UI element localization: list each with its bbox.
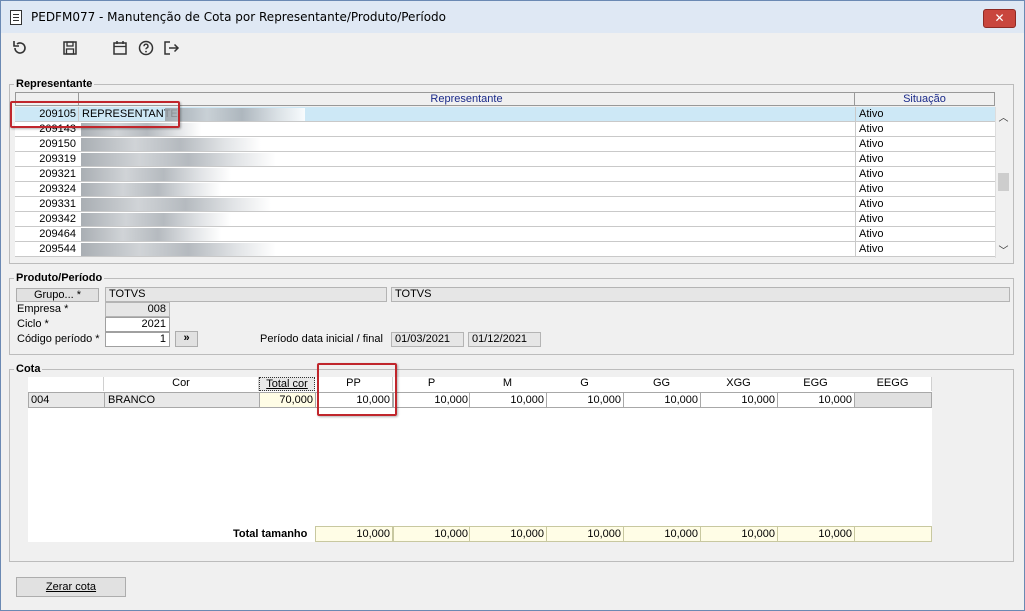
highlight-box — [317, 363, 397, 416]
cota-title: Cota — [14, 363, 43, 375]
produto-periodo-title: Produto/Período — [14, 272, 105, 284]
empresa-field[interactable]: 008 — [105, 302, 170, 317]
size-quota-cell[interactable]: 10,000 — [393, 392, 471, 408]
representante-code: 209544 — [39, 243, 76, 255]
scroll-thumb[interactable] — [998, 173, 1009, 191]
scroll-up-icon[interactable]: ︿ — [996, 109, 1011, 124]
codigo-periodo-label: Código período * — [17, 333, 100, 345]
representante-code: 209150 — [39, 138, 76, 150]
representante-situacao: Ativo — [855, 122, 996, 137]
redacted-block — [81, 198, 271, 211]
close-button[interactable]: ✕ — [983, 9, 1016, 28]
size-quota-cell[interactable]: 10,000 — [777, 392, 855, 408]
cota-row-total: 70,000 — [259, 392, 316, 408]
size-column-header: XGG — [700, 377, 778, 391]
situacao-column-header[interactable]: Situação — [854, 92, 995, 106]
size-quota-cell[interactable]: 10,000 — [469, 392, 547, 408]
redacted-block — [81, 138, 261, 151]
cota-grid — [28, 391, 932, 542]
redacted-block — [165, 108, 305, 121]
empresa-label: Empresa * — [17, 303, 69, 315]
representante-code: 209331 — [39, 198, 76, 210]
size-total-cell: 10,000 — [546, 526, 624, 542]
representante-code: 209464 — [39, 228, 76, 240]
code-column-header — [28, 377, 104, 391]
size-quota-cell[interactable]: 10,000 — [700, 392, 778, 408]
calendar-icon[interactable] — [111, 39, 129, 57]
redacted-block — [81, 153, 276, 166]
title-bar: PEDFM077 - Manutenção de Cota por Repres… — [1, 1, 1024, 33]
grupo-lookup-button[interactable]: Grupo... * — [16, 288, 99, 302]
size-total-cell: 10,000 — [315, 526, 393, 542]
codigo-periodo-field[interactable]: 1 — [105, 332, 170, 347]
help-icon[interactable] — [137, 39, 155, 57]
data-final-field: 01/12/2021 — [468, 332, 541, 347]
representante-code: 209324 — [39, 183, 76, 195]
exit-icon[interactable] — [162, 39, 180, 57]
representante-situacao: Ativo — [855, 107, 996, 122]
representante-situacao: Ativo — [855, 152, 996, 167]
representante-code: 209342 — [39, 213, 76, 225]
redacted-block — [81, 183, 221, 196]
size-column-header: EGG — [777, 377, 855, 391]
size-quota-cell[interactable]: 10,000 — [546, 392, 624, 408]
representante-code: 209319 — [39, 153, 76, 165]
size-quota-cell — [854, 392, 932, 408]
representante-situacao: Ativo — [855, 212, 996, 227]
representante-column-header[interactable]: Representante — [78, 92, 855, 106]
representante-row[interactable]: 209150 Ativo — [15, 137, 996, 152]
size-column-header: G — [546, 377, 624, 391]
cor-column-header: Cor — [104, 377, 259, 391]
representante-code: 209321 — [39, 168, 76, 180]
size-total-cell: 10,000 — [393, 526, 471, 542]
scroll-down-icon[interactable]: ﹀ — [996, 242, 1011, 257]
representante-situacao: Ativo — [855, 167, 996, 182]
representante-situacao: Ativo — [855, 137, 996, 152]
cota-row-code: 004 — [28, 392, 105, 408]
redacted-block — [81, 168, 231, 181]
representante-row[interactable]: 209319 Ativo — [15, 152, 996, 167]
size-total-cell: 10,000 — [469, 526, 547, 542]
total-cor-column-header[interactable]: Total cor — [259, 377, 315, 391]
representante-row[interactable]: 209331 Ativo — [15, 197, 996, 212]
zerar-cota-button[interactable]: Zerar cota — [16, 577, 126, 597]
size-quota-cell[interactable]: 10,000 — [623, 392, 701, 408]
size-total-cell — [854, 526, 932, 542]
size-column-header: EEGG — [854, 377, 932, 391]
redacted-block — [81, 213, 231, 226]
redacted-block — [81, 243, 276, 256]
representante-row[interactable]: 209321 Ativo — [15, 167, 996, 182]
representante-situacao: Ativo — [855, 197, 996, 212]
ciclo-field[interactable]: 2021 — [105, 317, 170, 332]
representante-situacao: Ativo — [855, 182, 996, 197]
grupo-description-field: TOTVS — [391, 287, 1010, 302]
highlight-box — [10, 101, 180, 128]
document-icon — [10, 10, 22, 25]
periodo-lookup-button[interactable]: » — [175, 331, 198, 347]
save-icon[interactable] — [61, 39, 79, 57]
representante-row[interactable]: 209464 Ativo — [15, 227, 996, 242]
ciclo-label: Ciclo * — [17, 318, 49, 330]
periodo-data-label: Período data inicial / final — [260, 333, 383, 345]
size-column-header: GG — [623, 377, 701, 391]
refresh-icon[interactable] — [11, 39, 29, 57]
size-column-header: P — [393, 377, 471, 391]
size-total-cell: 10,000 — [777, 526, 855, 542]
cota-row-cor: BRANCO — [104, 392, 260, 408]
size-total-cell: 10,000 — [700, 526, 778, 542]
representante-row[interactable]: 209324 Ativo — [15, 182, 996, 197]
representante-scrollbar[interactable]: ︿ ﹀ — [995, 107, 1010, 258]
data-inicial-field: 01/03/2021 — [391, 332, 464, 347]
representante-row[interactable]: 209342 Ativo — [15, 212, 996, 227]
redacted-block — [81, 228, 221, 241]
representante-situacao: Ativo — [855, 227, 996, 242]
total-tamanho-label: Total tamanho — [233, 528, 308, 540]
size-total-cell: 10,000 — [623, 526, 701, 542]
grupo-code-field[interactable]: TOTVS — [105, 287, 387, 302]
size-column-header: M — [469, 377, 547, 391]
representante-title: Representante — [14, 78, 95, 90]
representante-row[interactable]: 209544 Ativo — [15, 242, 996, 257]
representante-situacao: Ativo — [855, 242, 996, 257]
window-title: PEDFM077 - Manutenção de Cota por Repres… — [31, 10, 447, 24]
